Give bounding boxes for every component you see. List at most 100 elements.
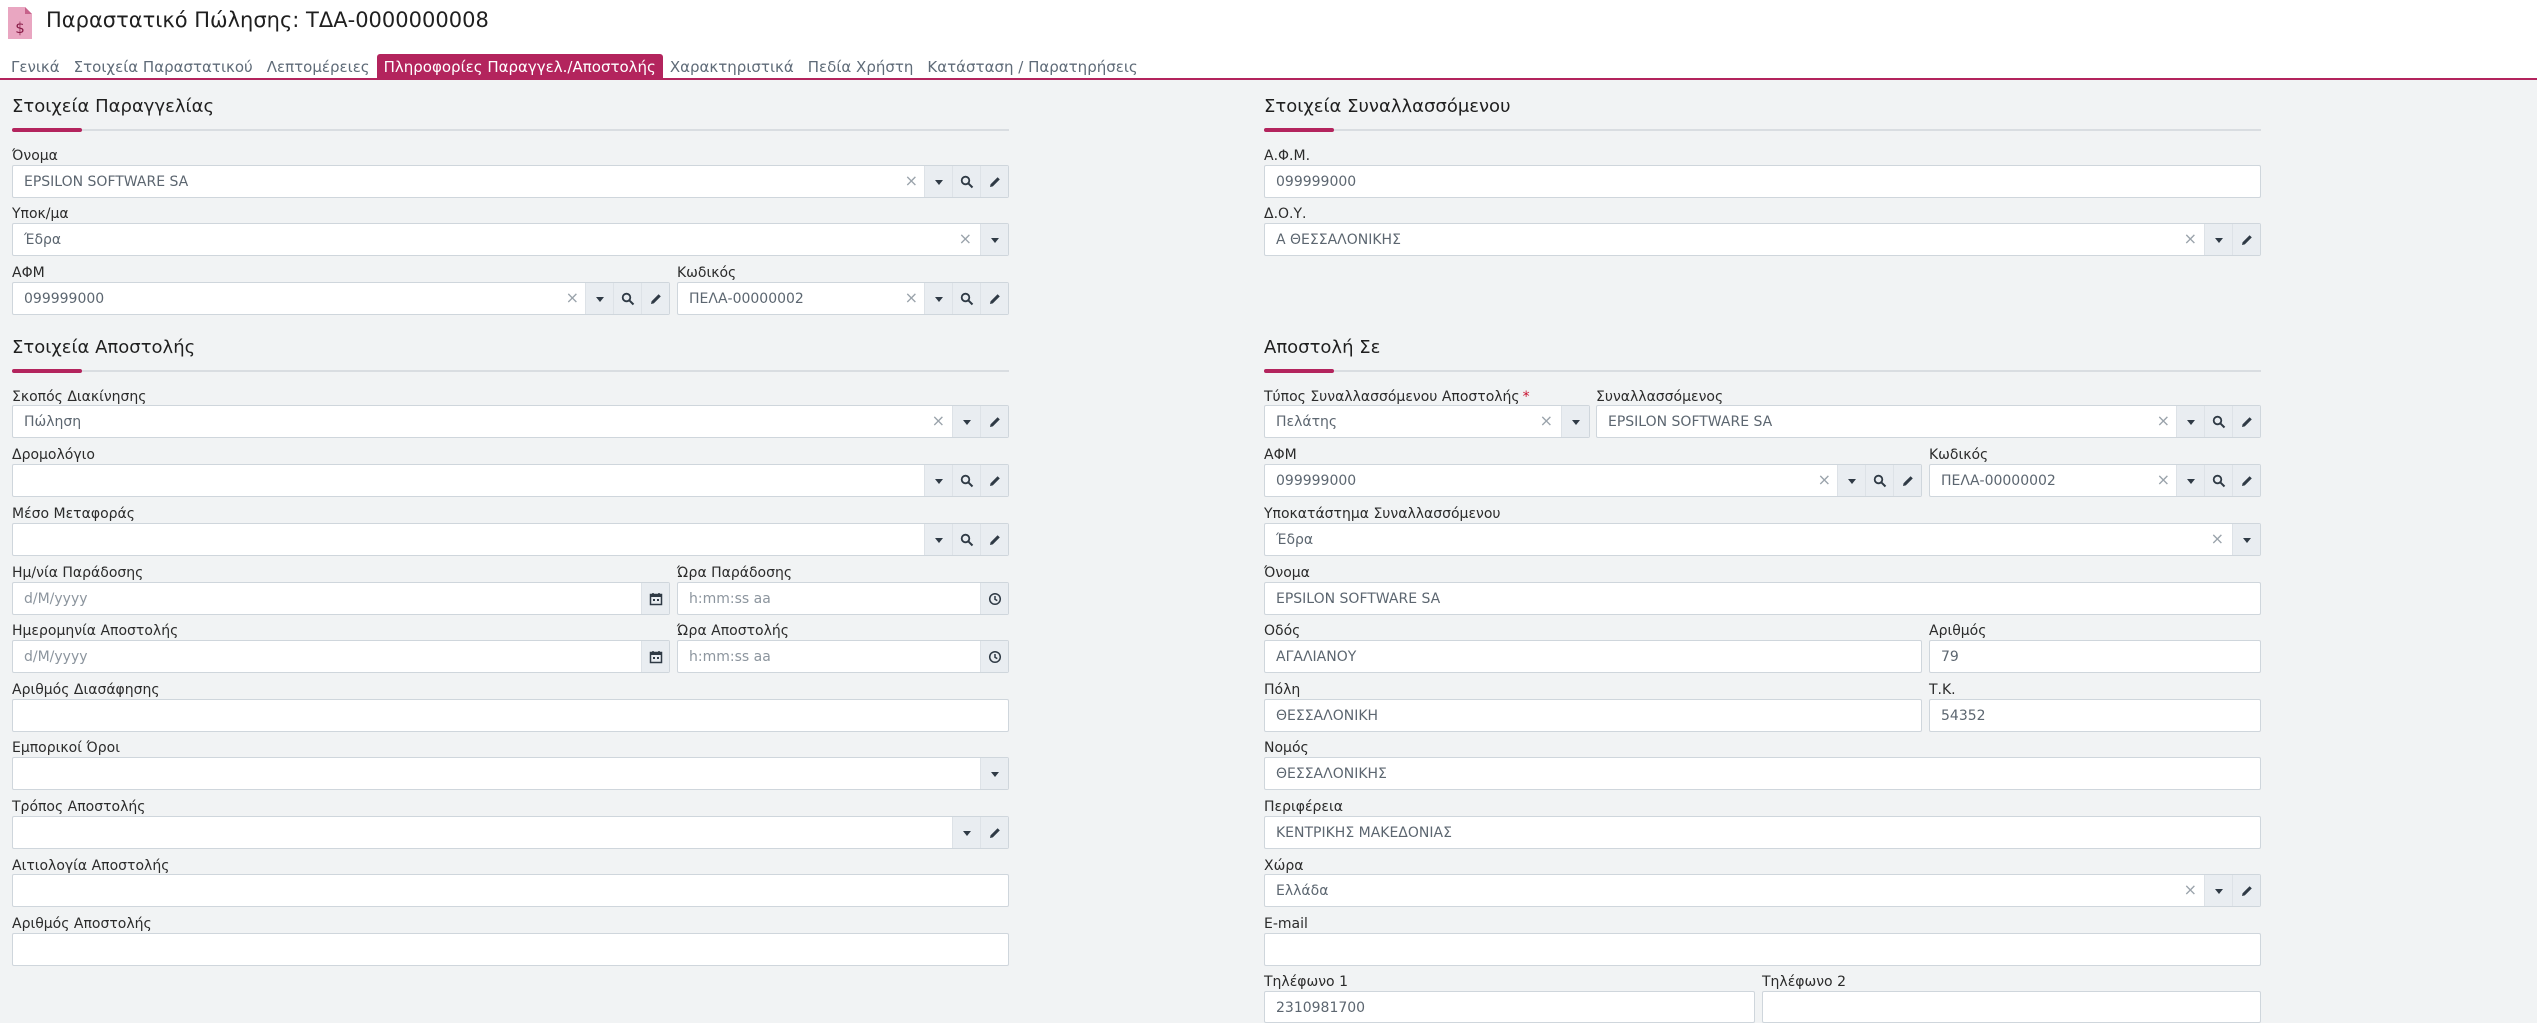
party-afm-field[interactable]: 099999000 — [1264, 165, 2261, 198]
chevron-down-icon[interactable] — [2204, 224, 2232, 255]
transport-field[interactable] — [12, 523, 1009, 556]
clear-icon[interactable]: × — [2184, 881, 2197, 899]
ship-code-field[interactable]: ΠΕΛΑ-00000002 × — [1929, 464, 2261, 497]
reason-input[interactable] — [12, 874, 1009, 907]
tab-lines[interactable]: Λεπτομέρειες — [260, 54, 377, 80]
phone2-input[interactable] — [1762, 991, 2261, 1023]
tab-status-notes[interactable]: Κατάσταση / Παρατηρήσεις — [920, 54, 1144, 80]
ship-type-field[interactable]: Πελάτης × — [1264, 405, 1590, 438]
chevron-down-icon[interactable] — [2176, 406, 2204, 437]
search-icon[interactable] — [952, 524, 980, 555]
ship-party-field[interactable]: EPSILON SOFTWARE SA × — [1596, 405, 2261, 438]
chevron-down-icon[interactable] — [924, 283, 952, 314]
order-branch-field[interactable]: Έδρα × — [12, 223, 1009, 256]
clearance-input[interactable] — [12, 699, 1009, 732]
tab-order-shipping-info[interactable]: Πληροφορίες Παραγγελ./Αποστολής — [376, 54, 663, 80]
clear-icon[interactable]: × — [905, 172, 918, 190]
street-number-label: Αριθμός — [1929, 623, 1987, 639]
street-input[interactable]: ΑΓΑΛΙΑΝΟΥ — [1264, 640, 1922, 673]
order-afm-field[interactable]: 099999000 × — [12, 282, 670, 315]
search-icon[interactable] — [2204, 406, 2232, 437]
chevron-down-icon[interactable] — [980, 224, 1008, 255]
chevron-down-icon[interactable] — [2176, 465, 2204, 496]
page-title: Παραστατικό Πώλησης: ΤΔΑ-0000000008 — [46, 8, 489, 32]
chevron-down-icon[interactable] — [2232, 524, 2260, 555]
edit-icon[interactable] — [2232, 465, 2260, 496]
search-icon[interactable] — [613, 283, 641, 314]
transport-label: Μέσο Μεταφοράς — [12, 506, 135, 522]
ship-date-field[interactable]: d/M/yyyy — [12, 640, 670, 673]
tab-user-fields[interactable]: Πεδία Χρήστη — [801, 54, 921, 80]
clear-icon[interactable]: × — [2211, 530, 2224, 548]
clock-icon[interactable] — [980, 641, 1008, 672]
ship-time-field[interactable]: h:mm:ss aa — [677, 640, 1009, 673]
search-icon[interactable] — [2204, 465, 2232, 496]
edit-icon[interactable] — [980, 406, 1008, 437]
edit-icon[interactable] — [980, 465, 1008, 496]
route-field[interactable] — [12, 464, 1009, 497]
chevron-down-icon[interactable] — [585, 283, 613, 314]
tab-characteristics[interactable]: Χαρακτηριστικά — [663, 54, 801, 80]
clear-icon[interactable]: × — [1540, 412, 1553, 430]
method-field[interactable] — [12, 816, 1009, 849]
terms-field[interactable] — [12, 757, 1009, 790]
chevron-down-icon[interactable] — [952, 406, 980, 437]
ship-afm-field[interactable]: 099999000 × — [1264, 464, 1922, 497]
edit-icon[interactable] — [980, 166, 1008, 197]
ship-number-input[interactable] — [12, 933, 1009, 966]
clear-icon[interactable]: × — [2184, 230, 2197, 248]
edit-icon[interactable] — [2232, 224, 2260, 255]
tab-general[interactable]: Γενικά — [4, 54, 67, 80]
email-input[interactable] — [1264, 933, 2261, 966]
country-field[interactable]: Ελλάδα × — [1264, 874, 2261, 907]
search-icon[interactable] — [1865, 465, 1893, 496]
clear-icon[interactable]: × — [1818, 471, 1831, 489]
delivery-date-field[interactable]: d/M/yyyy — [12, 582, 670, 615]
calendar-icon[interactable] — [641, 641, 669, 672]
edit-icon[interactable] — [1893, 465, 1921, 496]
clock-icon[interactable] — [980, 583, 1008, 614]
chevron-down-icon[interactable] — [980, 758, 1008, 789]
delivery-time-field[interactable]: h:mm:ss aa — [677, 582, 1009, 615]
ship-number-label: Αριθμός Αποστολής — [12, 916, 152, 932]
edit-icon[interactable] — [980, 283, 1008, 314]
ship-party-value: EPSILON SOFTWARE SA — [1608, 414, 1773, 430]
search-icon[interactable] — [952, 465, 980, 496]
chevron-down-icon[interactable] — [924, 524, 952, 555]
order-name-value: EPSILON SOFTWARE SA — [24, 174, 189, 190]
chevron-down-icon[interactable] — [952, 817, 980, 848]
ship-code-label: Κωδικός — [1929, 447, 1989, 463]
calendar-icon[interactable] — [641, 583, 669, 614]
clear-icon[interactable]: × — [959, 230, 972, 248]
edit-icon[interactable] — [2232, 406, 2260, 437]
edit-icon[interactable] — [641, 283, 669, 314]
zip-input[interactable]: 54352 — [1929, 699, 2261, 732]
shipping-purpose-field[interactable]: Πώληση × — [12, 405, 1009, 438]
clear-icon[interactable]: × — [2157, 471, 2170, 489]
tab-document-details[interactable]: Στοιχεία Παραστατικού — [67, 54, 260, 80]
clear-icon[interactable]: × — [932, 412, 945, 430]
clear-icon[interactable]: × — [905, 289, 918, 307]
phone1-input[interactable]: 2310981700 — [1264, 991, 1755, 1023]
street-number-input[interactable]: 79 — [1929, 640, 2261, 673]
ship-branch-field[interactable]: Έδρα × — [1264, 523, 2261, 556]
chevron-down-icon[interactable] — [1837, 465, 1865, 496]
edit-icon[interactable] — [980, 524, 1008, 555]
prefecture-input[interactable]: ΘΕΣΣΑΛΟΝΙΚΗΣ — [1264, 757, 2261, 790]
city-input[interactable]: ΘΕΣΣΑΛΟΝΙΚΗ — [1264, 699, 1922, 732]
party-doy-field[interactable]: Α ΘΕΣΣΑΛΟΝΙΚΗΣ × — [1264, 223, 2261, 256]
chevron-down-icon[interactable] — [2204, 875, 2232, 906]
search-icon[interactable] — [952, 166, 980, 197]
order-name-field[interactable]: EPSILON SOFTWARE SA × — [12, 165, 1009, 198]
order-code-field[interactable]: ΠΕΛΑ-00000002 × — [677, 282, 1009, 315]
search-icon[interactable] — [952, 283, 980, 314]
clear-icon[interactable]: × — [2157, 412, 2170, 430]
region-input[interactable]: ΚΕΝΤΡΙΚΗΣ ΜΑΚΕΔΟΝΙΑΣ — [1264, 816, 2261, 849]
edit-icon[interactable] — [2232, 875, 2260, 906]
edit-icon[interactable] — [980, 817, 1008, 848]
ship-name-input[interactable]: EPSILON SOFTWARE SA — [1264, 582, 2261, 615]
chevron-down-icon[interactable] — [924, 166, 952, 197]
clear-icon[interactable]: × — [566, 289, 579, 307]
chevron-down-icon[interactable] — [1561, 406, 1589, 437]
chevron-down-icon[interactable] — [924, 465, 952, 496]
